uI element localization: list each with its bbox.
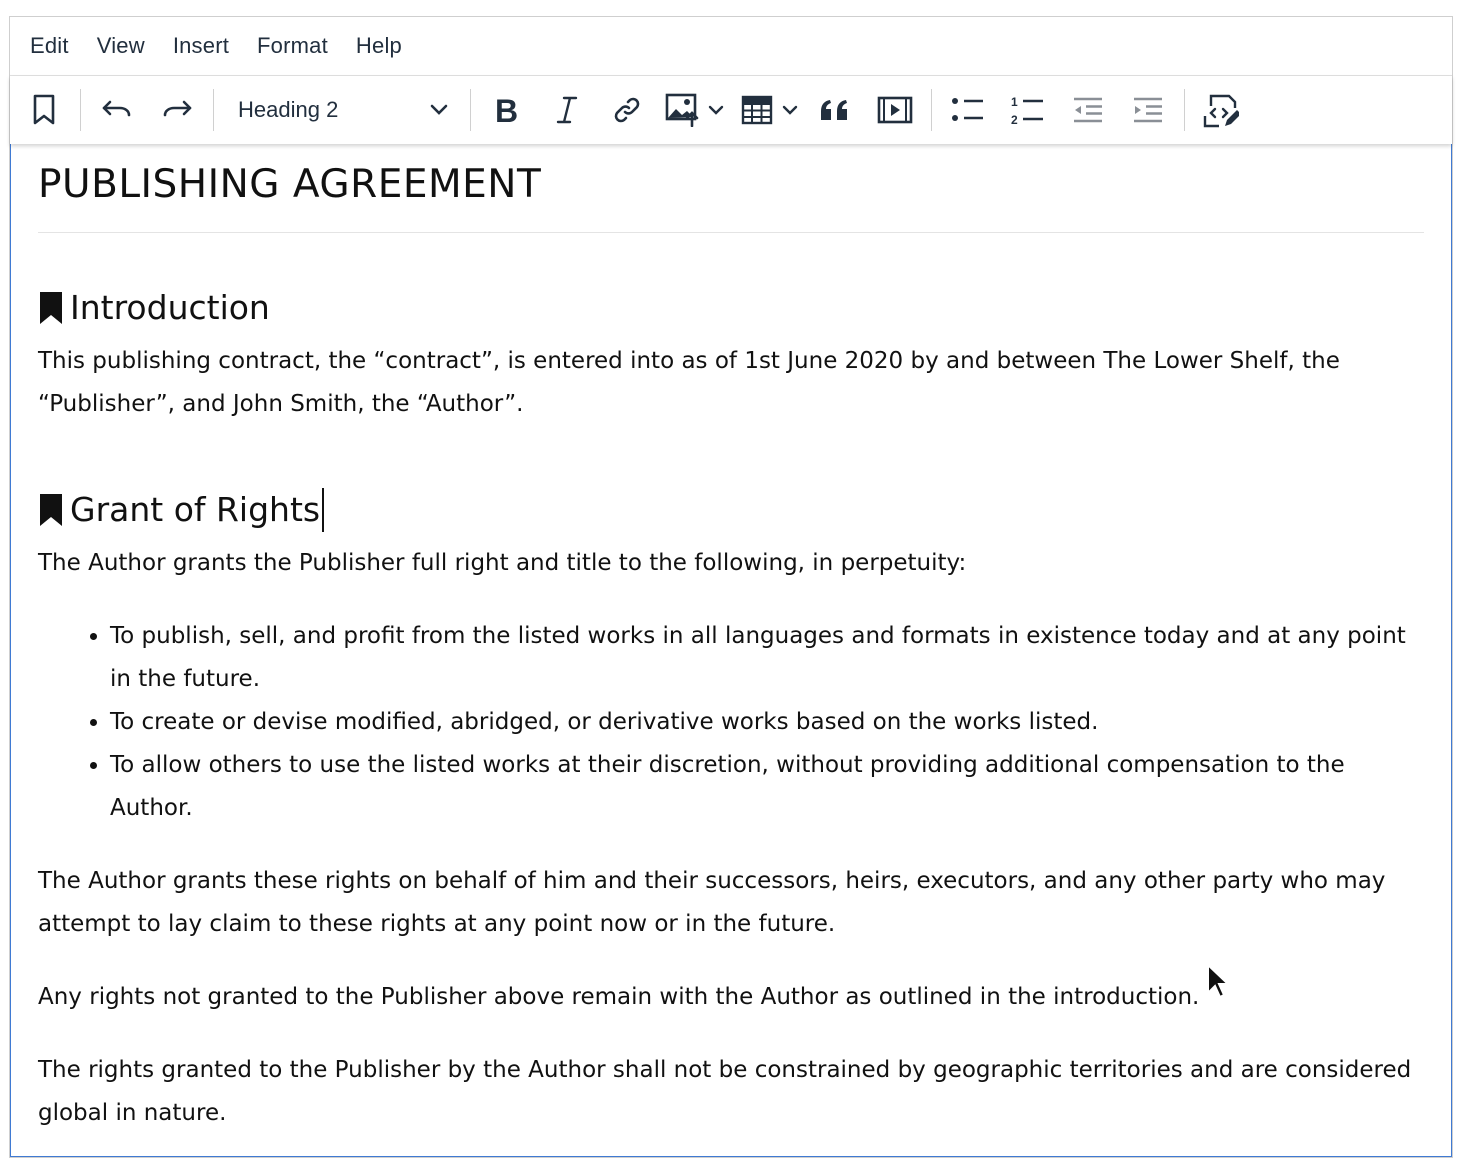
- rights-intro-paragraph: The Author grants the Publisher full rig…: [38, 550, 967, 576]
- editor-content-area[interactable]: PUBLISHING AGREEMENT Introduction This p…: [10, 144, 1452, 1157]
- svg-text:1: 1: [1011, 95, 1018, 109]
- italic-icon: [556, 96, 578, 124]
- text-cursor: [322, 488, 325, 532]
- rights-bullet-list: To publish, sell, and profit from the li…: [38, 615, 1424, 830]
- paragraph: The Author grants these rights on behalf…: [38, 868, 1386, 937]
- bookmark-icon: [40, 494, 62, 526]
- bookmark-button[interactable]: [18, 84, 70, 136]
- italic-button[interactable]: [541, 84, 593, 136]
- source-code-icon: [1203, 94, 1239, 128]
- svg-text:2: 2: [1011, 113, 1018, 125]
- outdent-button[interactable]: [1062, 84, 1114, 136]
- paragraph: The rights granted to the Publisher by t…: [38, 1057, 1412, 1126]
- svg-text:B: B: [495, 95, 518, 125]
- menu-view[interactable]: View: [85, 33, 161, 59]
- bookmark-icon: [33, 94, 55, 125]
- block-format-label: Heading 2: [238, 97, 339, 122]
- chevron-down-icon: [430, 104, 448, 115]
- bullet-list-icon: [952, 98, 983, 121]
- redo-button[interactable]: [151, 84, 203, 136]
- image-icon: [665, 93, 699, 127]
- section-heading-grant-of-rights: Grant of Rights: [38, 488, 1424, 532]
- heading-text: Introduction: [70, 288, 270, 327]
- toolbar-separator: [470, 89, 471, 131]
- block-format-select[interactable]: Heading 2: [224, 84, 460, 136]
- image-button[interactable]: [661, 84, 727, 136]
- blockquote-button[interactable]: [809, 84, 861, 136]
- numbered-list-button[interactable]: 12: [1002, 84, 1054, 136]
- indent-icon: [1134, 97, 1162, 123]
- menu-insert[interactable]: Insert: [161, 33, 245, 59]
- undo-icon: [102, 100, 131, 117]
- undo-button[interactable]: [91, 84, 143, 136]
- bold-button[interactable]: B: [481, 84, 533, 136]
- list-item: To publish, sell, and profit from the li…: [110, 615, 1424, 701]
- toolbar-separator: [1184, 89, 1185, 131]
- blockquote-icon: [821, 100, 847, 120]
- menubar: Edit View Insert Format Help: [10, 17, 1452, 76]
- toolbar-separator: [931, 89, 932, 131]
- redo-icon: [163, 100, 192, 117]
- menu-format[interactable]: Format: [245, 33, 344, 59]
- list-item: To create or devise modified, abridged, …: [110, 701, 1424, 744]
- section-heading-introduction: Introduction: [38, 286, 1424, 330]
- numbered-list-icon: 12: [1011, 95, 1043, 125]
- mouse-pointer-icon: [1207, 963, 1230, 999]
- heading-text: Grant of Rights: [70, 490, 321, 529]
- toolbar-separator: [80, 89, 81, 131]
- bullet-list-button[interactable]: [942, 84, 994, 136]
- table-button[interactable]: [735, 84, 801, 136]
- rich-text-editor: Edit View Insert Format Help Heading 2 B: [9, 16, 1453, 1158]
- media-button[interactable]: [869, 84, 921, 136]
- list-item: To allow others to use the listed works …: [110, 744, 1424, 830]
- link-icon: [614, 97, 640, 123]
- media-icon: [877, 96, 913, 124]
- toolbar-separator: [213, 89, 214, 131]
- document-title: PUBLISHING AGREEMENT: [38, 144, 1424, 233]
- outdent-icon: [1074, 97, 1102, 123]
- menu-edit[interactable]: Edit: [18, 33, 85, 59]
- toolbar: Heading 2 B 1 2: [10, 76, 1452, 144]
- intro-paragraph: This publishing contract, the “contract”…: [38, 348, 1340, 417]
- source-code-button[interactable]: [1195, 84, 1247, 136]
- link-button[interactable]: [601, 84, 653, 136]
- bookmark-icon: [40, 292, 62, 324]
- indent-button[interactable]: [1122, 84, 1174, 136]
- chevron-down-icon: [708, 105, 724, 115]
- chevron-down-icon: [782, 105, 798, 115]
- menu-help[interactable]: Help: [344, 33, 418, 59]
- table-icon: [741, 95, 773, 125]
- bold-icon: B: [495, 95, 518, 125]
